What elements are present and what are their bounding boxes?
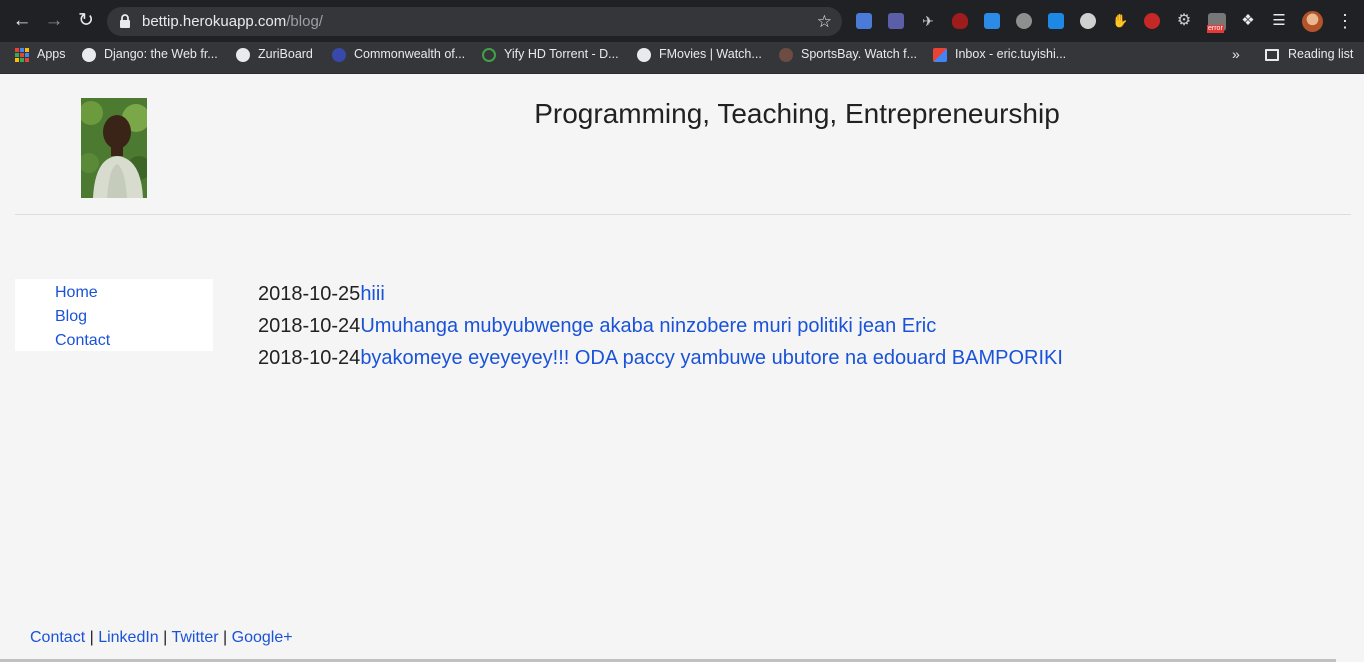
bookmark-label: FMovies | Watch...	[659, 47, 762, 61]
media-control-icon[interactable]: ☰	[1271, 13, 1287, 29]
gmail-icon	[933, 47, 947, 62]
bookmarks-bar: Apps Django: the Web fr... ZuriBoard Com…	[0, 42, 1364, 74]
bookmark-zuriboard[interactable]: ZuriBoard	[236, 42, 313, 74]
list-item: 2018-10-24byakomeye eyeyeyey!!! ODA pacc…	[258, 342, 1063, 374]
post-title-link[interactable]: hiii	[360, 283, 384, 305]
extension-gear-icon[interactable]: ⚙	[1176, 13, 1192, 29]
extension-hand-icon[interactable]: ✋	[1112, 13, 1128, 29]
profile-photo-image	[81, 98, 147, 198]
extension-circle-icon[interactable]	[1016, 13, 1032, 29]
bookmark-label: ZuriBoard	[258, 47, 313, 61]
globe-icon	[637, 47, 651, 62]
profile-photo	[81, 98, 147, 198]
post-title-link[interactable]: Umuhanga mubyubwenge akaba ninzobere mur…	[360, 315, 936, 337]
reload-icon[interactable]: ↻	[74, 9, 98, 33]
reading-list-button[interactable]: Reading list	[1265, 42, 1353, 67]
nav-link-contact[interactable]: Contact	[55, 329, 213, 353]
globe-icon	[82, 47, 96, 62]
extension-error-badge: error	[1207, 25, 1224, 33]
extension-plane-icon[interactable]: ✈	[920, 13, 936, 29]
globe-icon	[236, 47, 250, 62]
puzzle-extensions-icon[interactable]: ❖	[1240, 13, 1256, 29]
bookmark-fmovies[interactable]: FMovies | Watch...	[637, 42, 762, 74]
extension-icon[interactable]	[888, 13, 904, 29]
side-navigation: Home Blog Contact	[15, 279, 213, 351]
back-arrow-icon[interactable]: ←	[10, 9, 34, 33]
bookmark-label: Django: the Web fr...	[104, 47, 218, 61]
blog-post-list: 2018-10-25hiii 2018-10-24Umuhanga mubyub…	[258, 278, 1063, 374]
sportsbay-icon	[779, 47, 793, 62]
post-date: 2018-10-24	[258, 315, 361, 337]
c-logo-icon	[332, 47, 346, 62]
bookmark-label: SportsBay. Watch f...	[801, 47, 918, 61]
list-item: 2018-10-24Umuhanga mubyubwenge akaba nin…	[258, 310, 1063, 342]
extension-s-icon[interactable]	[984, 13, 1000, 29]
url-host: bettip.herokuapp.com	[142, 13, 287, 30]
bookmark-sportsbay[interactable]: SportsBay. Watch f...	[779, 42, 917, 74]
forward-arrow-icon[interactable]: →	[42, 9, 66, 33]
bookmark-label: Inbox - eric.tuyishi...	[955, 47, 1067, 61]
extension-s-blue-icon[interactable]	[1048, 13, 1064, 29]
google-translate-icon[interactable]	[856, 13, 872, 29]
footer-separator: |	[223, 629, 228, 646]
post-date: 2018-10-25	[258, 283, 361, 305]
footer-links: Contact | LinkedIn | Twitter | Google+	[30, 629, 293, 647]
more-bookmarks-chevron[interactable]: »	[1232, 42, 1240, 67]
post-title-link[interactable]: byakomeye eyeyeyey!!! ODA paccy yambuwe …	[360, 347, 1063, 369]
footer-separator: |	[89, 629, 94, 646]
lock-icon	[120, 14, 130, 28]
apps-grid-icon	[15, 47, 29, 62]
extension-error-icon[interactable]: error	[1207, 13, 1226, 33]
reading-list-label: Reading list	[1288, 47, 1354, 61]
extension-gauge-icon[interactable]	[1080, 13, 1096, 29]
footer-link-googleplus[interactable]: Google+	[232, 629, 293, 646]
url-text[interactable]: bettip.herokuapp.com/blog/	[142, 7, 323, 36]
bookmark-label: Apps	[37, 47, 66, 61]
site-title: Programming, Teaching, Entrepreneurship	[534, 98, 1060, 129]
profile-avatar-icon[interactable]	[1302, 11, 1323, 32]
url-path: /blog/	[286, 13, 323, 30]
bookmark-star-icon[interactable]: ☆	[817, 7, 832, 36]
post-date: 2018-10-24	[258, 347, 361, 369]
bookmark-django[interactable]: Django: the Web fr...	[82, 42, 218, 74]
list-item: 2018-10-25hiii	[258, 278, 1063, 310]
bookmark-label: Commonwealth of...	[354, 47, 466, 61]
footer-link-twitter[interactable]: Twitter	[171, 629, 218, 646]
browser-menu-icon[interactable]: ⋮	[1336, 10, 1354, 32]
bookmark-gmail[interactable]: Inbox - eric.tuyishi...	[933, 42, 1066, 74]
footer-link-contact[interactable]: Contact	[30, 629, 85, 646]
header-divider	[15, 214, 1351, 215]
ublock-icon[interactable]	[952, 13, 968, 29]
browser-toolbar: ← → ↻ bettip.herokuapp.com/blog/ ☆ ✈ ✋ ⚙…	[0, 0, 1364, 42]
reading-list-icon	[1265, 48, 1279, 61]
bookmark-apps[interactable]: Apps	[15, 42, 66, 74]
footer-separator: |	[163, 629, 168, 646]
footer-link-linkedin[interactable]: LinkedIn	[98, 629, 159, 646]
bookmark-yify[interactable]: Yify HD Torrent - D...	[482, 42, 619, 74]
extension-on-icon[interactable]	[1144, 13, 1160, 29]
nav-link-blog[interactable]: Blog	[55, 305, 213, 329]
bookmark-label: Yify HD Torrent - D...	[504, 47, 619, 61]
bookmark-commonwealth[interactable]: Commonwealth of...	[332, 42, 465, 74]
nav-link-home[interactable]: Home	[55, 281, 213, 305]
yify-icon	[482, 47, 496, 62]
web-page: Programming, Teaching, Entrepreneurship …	[0, 74, 1364, 662]
address-bar[interactable]: bettip.herokuapp.com/blog/ ☆	[107, 7, 842, 36]
